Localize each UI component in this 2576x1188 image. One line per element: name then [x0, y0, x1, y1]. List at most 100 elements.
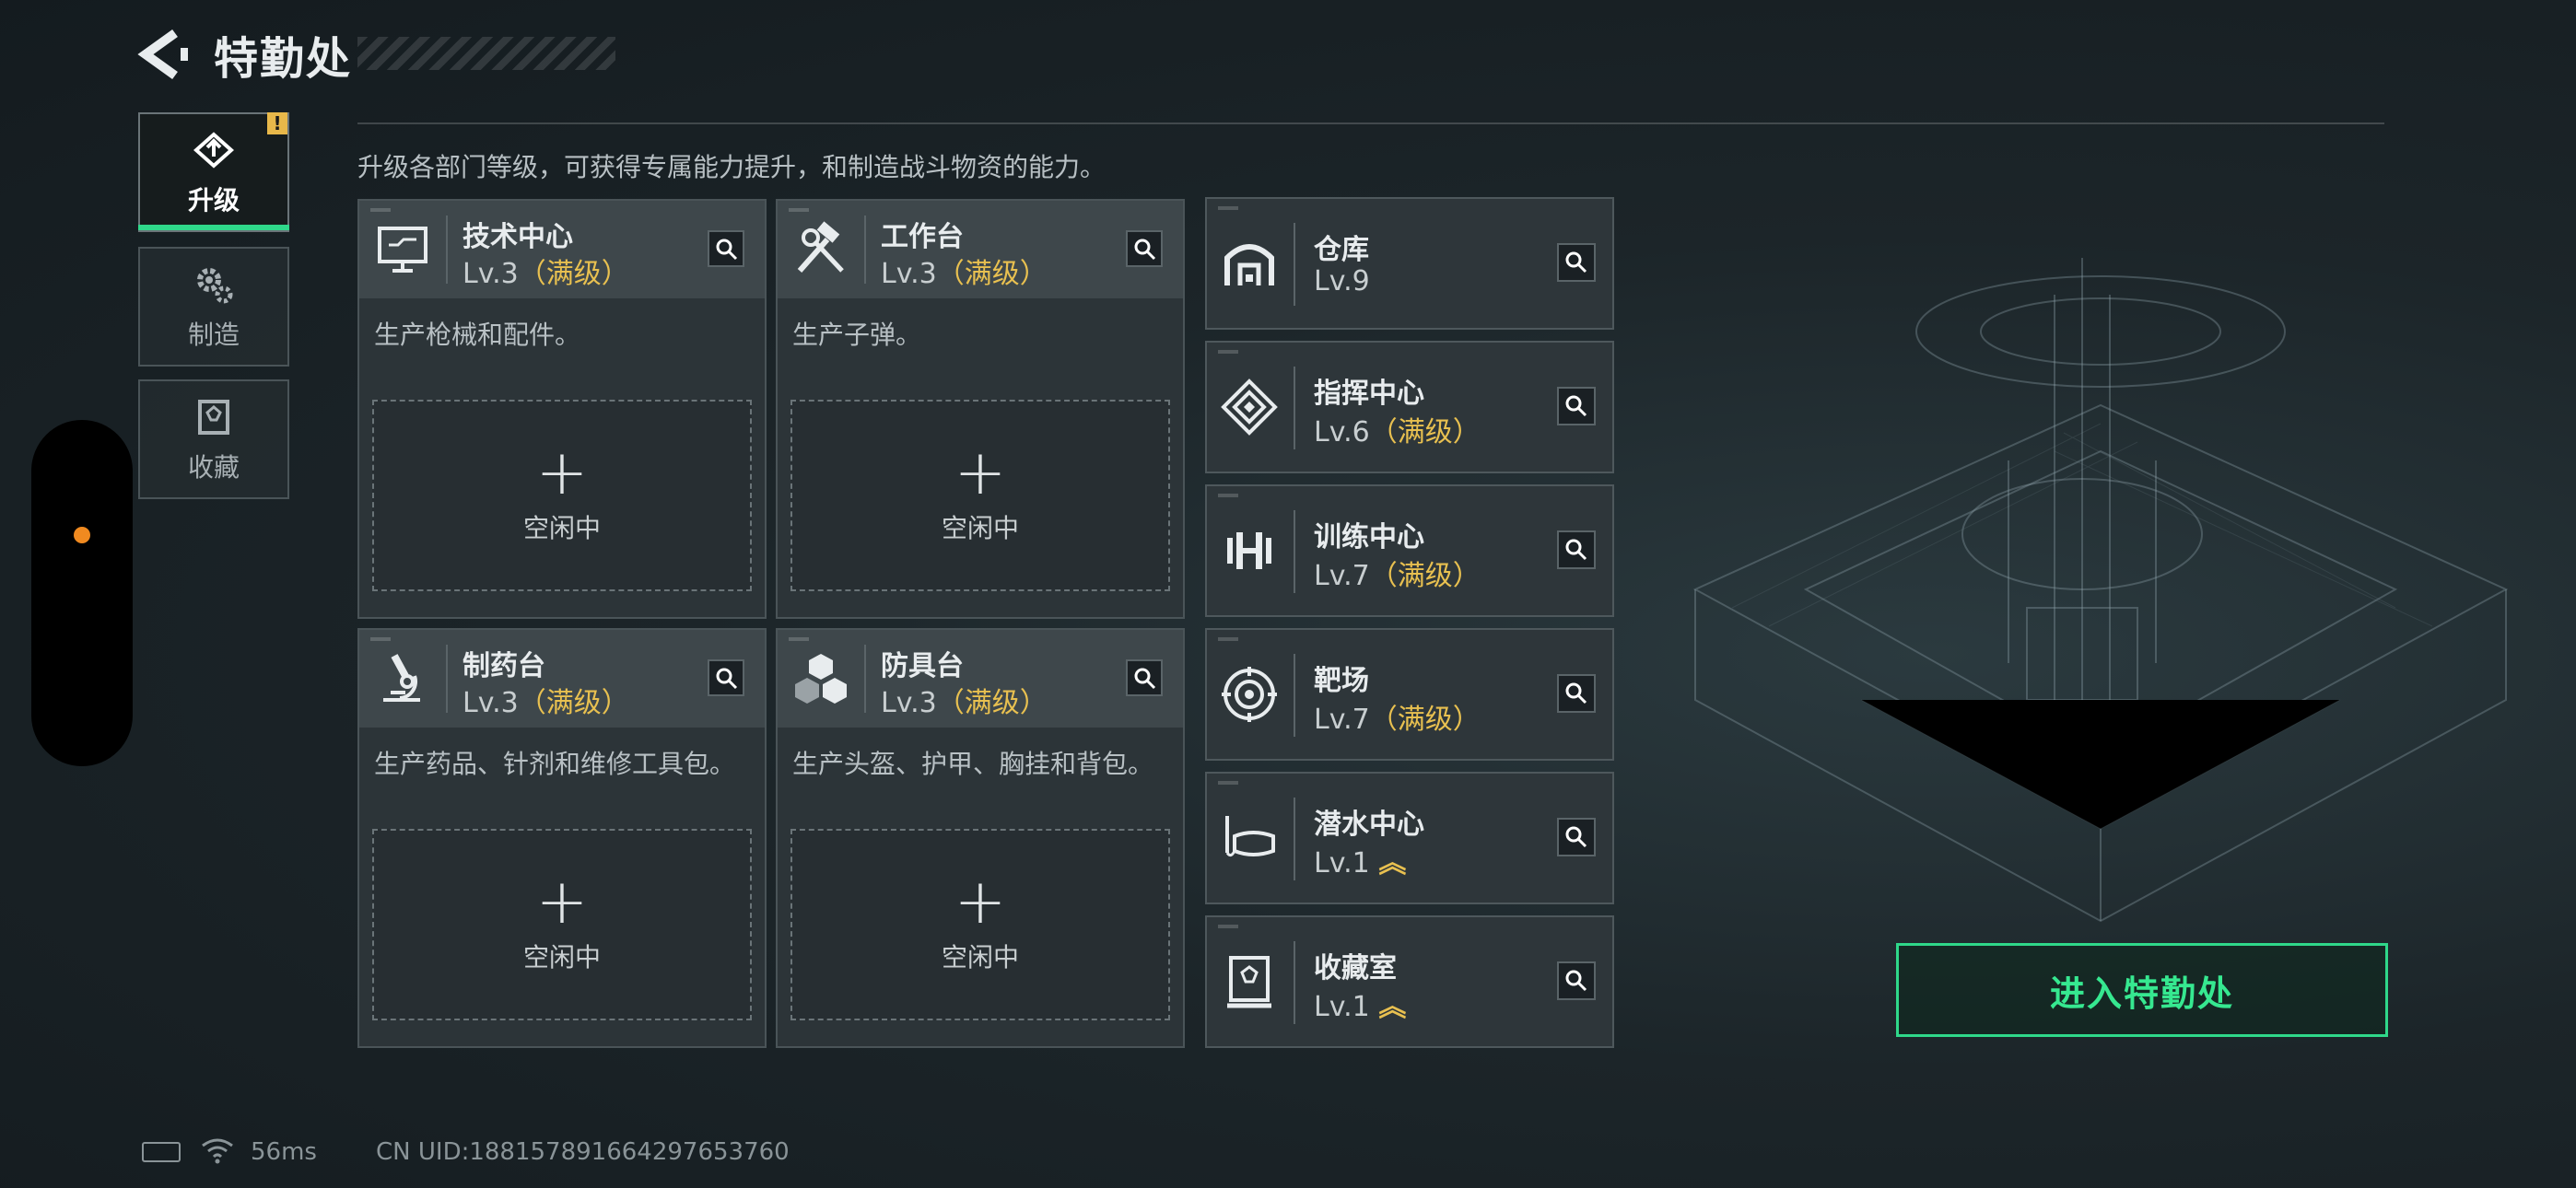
facility-card-tech-center[interactable]: 技术中心 Lv.3（满级） 生产枪械和配件。 + 空闲中 [357, 199, 767, 619]
inspect-button[interactable] [708, 230, 744, 267]
display-case-icon [1227, 956, 1271, 1008]
inspect-button[interactable] [1557, 818, 1596, 856]
diving-mask-icon [1225, 816, 1275, 857]
max-level-tag: （满级） [1369, 416, 1481, 448]
card-separator [1294, 510, 1295, 593]
search-icon [1134, 239, 1156, 261]
nav-tab-craft[interactable]: 制造 [138, 247, 289, 367]
card-corner-mark [370, 208, 391, 212]
max-level-tag: （满级） [518, 258, 629, 290]
dumbbell-icon [1227, 532, 1271, 569]
search-icon [1565, 395, 1587, 417]
facility-name: 收藏室 [1314, 952, 1397, 984]
inspect-button[interactable] [1126, 230, 1163, 267]
facility-card-armor-bench[interactable]: 防具台 Lv.3（满级） 生产头盔、护甲、胸挂和背包。 + 空闲中 [776, 628, 1185, 1048]
notification-dot [74, 527, 90, 543]
card-separator [864, 645, 866, 713]
inspect-button[interactable] [708, 659, 744, 696]
page-title: 特勤处 [214, 33, 353, 85]
inspect-button[interactable] [1557, 530, 1596, 569]
facility-name: 训练中心 [1314, 521, 1424, 553]
inspect-button[interactable] [1557, 243, 1596, 282]
card-level: Lv.3（满级） [463, 680, 629, 720]
card-corner-mark [789, 208, 809, 212]
section-description: 升级各部门等级，可获得专属能力提升，和制造战斗物资的能力。 [357, 152, 1107, 182]
level-value: Lv.6 [1314, 416, 1370, 448]
card-description: 生产药品、针剂和维修工具包。 [374, 749, 736, 779]
facility-command-center[interactable]: 指挥中心 Lv.6（满级） [1205, 341, 1614, 473]
max-level-tag: （满级） [936, 687, 1048, 719]
max-level-tag: （满级） [936, 258, 1048, 290]
card-corner-mark [1218, 637, 1238, 641]
production-slot[interactable]: + 空闲中 [372, 829, 752, 1020]
inspect-button[interactable] [1557, 674, 1596, 713]
hammer-wrench-icon [797, 221, 844, 273]
side-handle[interactable] [31, 420, 133, 766]
inspect-button[interactable] [1557, 387, 1596, 425]
facility-card-pharmacy[interactable]: 制药台 Lv.3（满级） 生产药品、针剂和维修工具包。 + 空闲中 [357, 628, 767, 1048]
facility-collection-room[interactable]: 收藏室 Lv.1 ︽ [1205, 915, 1614, 1048]
max-level-tag: （满级） [1369, 560, 1481, 592]
facility-training-center[interactable]: 训练中心 Lv.7（满级） [1205, 484, 1614, 617]
inspect-button[interactable] [1557, 961, 1596, 1000]
production-slot[interactable]: + 空闲中 [790, 829, 1170, 1020]
facility-name: 仓库 [1314, 234, 1369, 266]
slot-status: 空闲中 [941, 942, 1019, 973]
card-separator [1294, 798, 1295, 880]
command-emblem-icon [1221, 379, 1278, 436]
facility-shooting-range[interactable]: 靶场 Lv.7（满级） [1205, 628, 1614, 761]
microscope-icon [383, 654, 420, 702]
nav-label-craft: 制造 [187, 320, 240, 350]
add-icon: + [535, 866, 589, 938]
title-decoration [357, 37, 615, 70]
warehouse-icon [1224, 244, 1274, 285]
search-icon [716, 668, 738, 690]
facility-name: 指挥中心 [1314, 378, 1424, 410]
facility-diving-center[interactable]: 潜水中心 Lv.1 ︽ [1205, 772, 1614, 904]
card-level: Lv.3（满级） [881, 680, 1048, 720]
enter-special-ops-button[interactable]: 进入特勤处 [1896, 943, 2388, 1037]
nav-label-collection: 收藏 [187, 452, 240, 483]
level-value: Lv.3 [463, 258, 519, 290]
card-separator [1294, 223, 1295, 306]
facility-warehouse[interactable]: 仓库 Lv.9 [1205, 197, 1614, 330]
level-value: Lv.7 [1314, 704, 1370, 736]
search-icon [716, 239, 738, 261]
nav-tab-collection[interactable]: 收藏 [138, 379, 289, 499]
card-separator [1294, 367, 1295, 449]
facility-card-workbench[interactable]: 工作台 Lv.3（满级） 生产子弹。 + 空闲中 [776, 199, 1185, 619]
card-corner-mark [1218, 781, 1238, 785]
back-arrow-icon[interactable] [136, 28, 190, 81]
battery-icon [142, 1142, 181, 1162]
search-icon [1565, 539, 1587, 561]
level-value: Lv.1 [1314, 991, 1370, 1023]
gears-icon [197, 268, 233, 304]
slot-status: 空闲中 [522, 513, 601, 543]
base-building-illustration [1692, 258, 2509, 923]
card-separator [446, 215, 448, 284]
search-icon [1565, 682, 1587, 705]
card-separator [446, 645, 448, 713]
card-corner-mark [1218, 494, 1238, 497]
level-value: Lv.3 [881, 687, 937, 719]
add-icon: + [535, 437, 589, 509]
nav-label-upgrade: 升级 [187, 185, 240, 215]
facility-level: Lv.9 [1314, 265, 1370, 297]
active-tab-indicator [138, 225, 289, 230]
add-icon: + [954, 437, 1007, 509]
facility-level: Lv.6（满级） [1314, 409, 1481, 449]
warning-badge: ! [267, 112, 287, 134]
card-name: 防具台 [881, 650, 964, 682]
facility-level: Lv.7（满级） [1314, 696, 1481, 737]
card-corner-mark [1218, 350, 1238, 354]
production-slot[interactable]: + 空闲中 [790, 400, 1170, 591]
card-separator [864, 215, 866, 284]
card-corner-mark [1218, 206, 1238, 210]
card-description: 生产枪械和配件。 [374, 320, 581, 350]
search-icon [1565, 970, 1587, 992]
inspect-button[interactable] [1126, 659, 1163, 696]
card-description: 生产头盔、护甲、胸挂和背包。 [792, 749, 1154, 779]
card-name: 技术中心 [463, 221, 573, 253]
production-slot[interactable]: + 空闲中 [372, 400, 752, 591]
wifi-icon [202, 1138, 233, 1164]
